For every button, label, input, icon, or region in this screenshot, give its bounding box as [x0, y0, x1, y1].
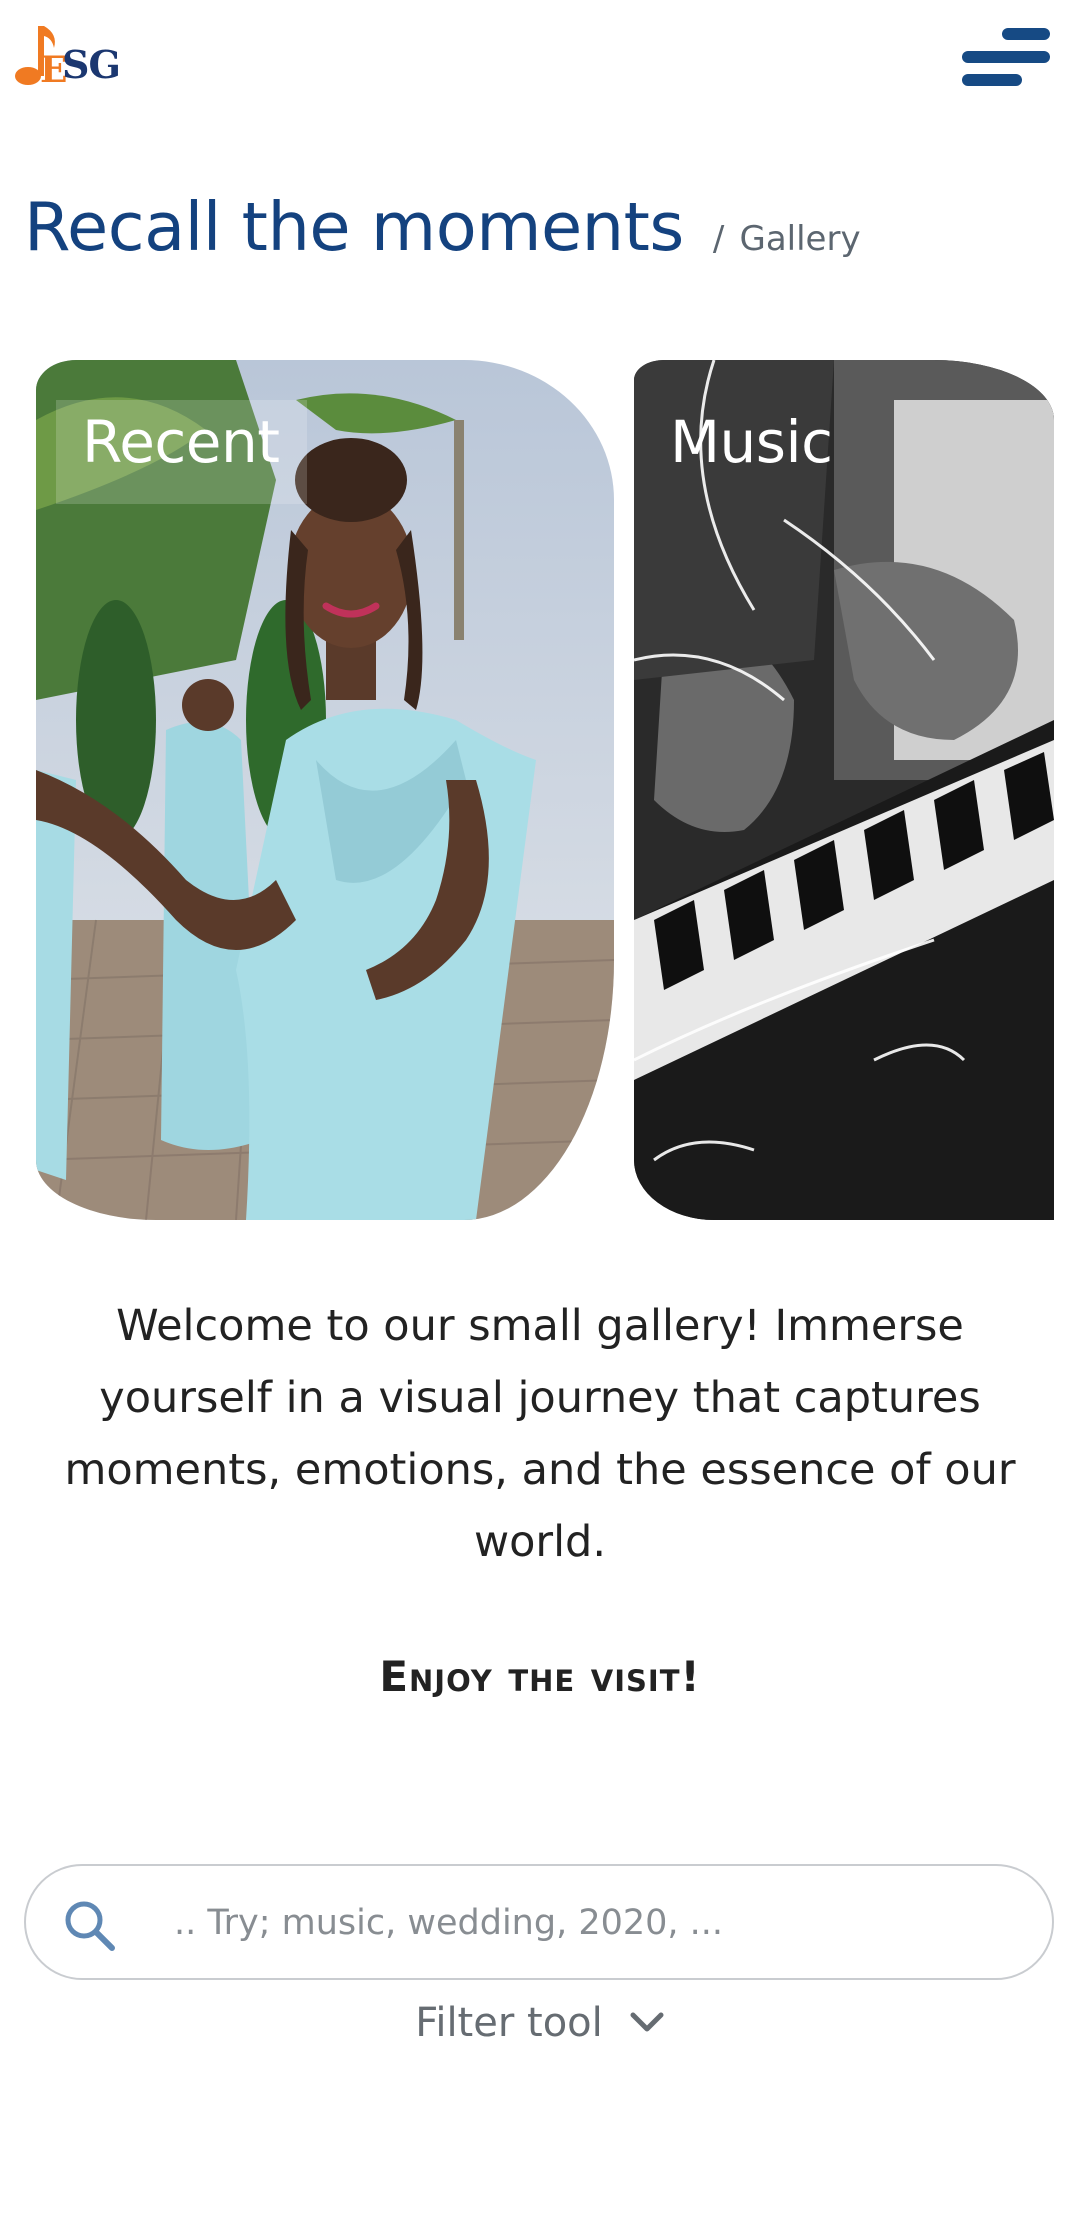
menu-button[interactable]: [962, 24, 1052, 90]
card-label-music: Music: [670, 408, 833, 476]
filter-tool[interactable]: Filter tool: [0, 2000, 1080, 2046]
card-recent[interactable]: Recent: [36, 360, 614, 1220]
music-photo: [634, 360, 1054, 1220]
header: E SG: [0, 0, 1080, 120]
breadcrumb-separator: /: [712, 219, 725, 259]
hamburger-menu-icon-line: [962, 74, 1022, 86]
card-label-recent: Recent: [56, 400, 308, 504]
search-bar: [24, 1864, 1054, 1980]
logo-text: SG: [62, 42, 121, 87]
hamburger-menu-icon-line: [1002, 28, 1050, 40]
card-music[interactable]: Music: [634, 360, 1054, 1220]
hamburger-menu-icon-line: [962, 51, 1050, 63]
intro-text: Welcome to our small gallery! Immerse yo…: [64, 1301, 1016, 1567]
category-cards: Recent Music: [0, 360, 1080, 1230]
chevron-down-icon: [630, 2012, 664, 2032]
search-input[interactable]: [172, 1866, 1016, 1980]
enjoy-heading: Enjoy the visit!: [379, 1652, 701, 1701]
logo[interactable]: E SG: [14, 20, 124, 92]
breadcrumb[interactable]: Gallery: [739, 219, 860, 259]
filter-tool-label: Filter tool: [415, 2000, 603, 2046]
search-icon[interactable]: [62, 1898, 118, 1954]
page-title: Recall the moments: [24, 188, 684, 266]
title-row: Recall the moments / Gallery: [24, 188, 861, 266]
